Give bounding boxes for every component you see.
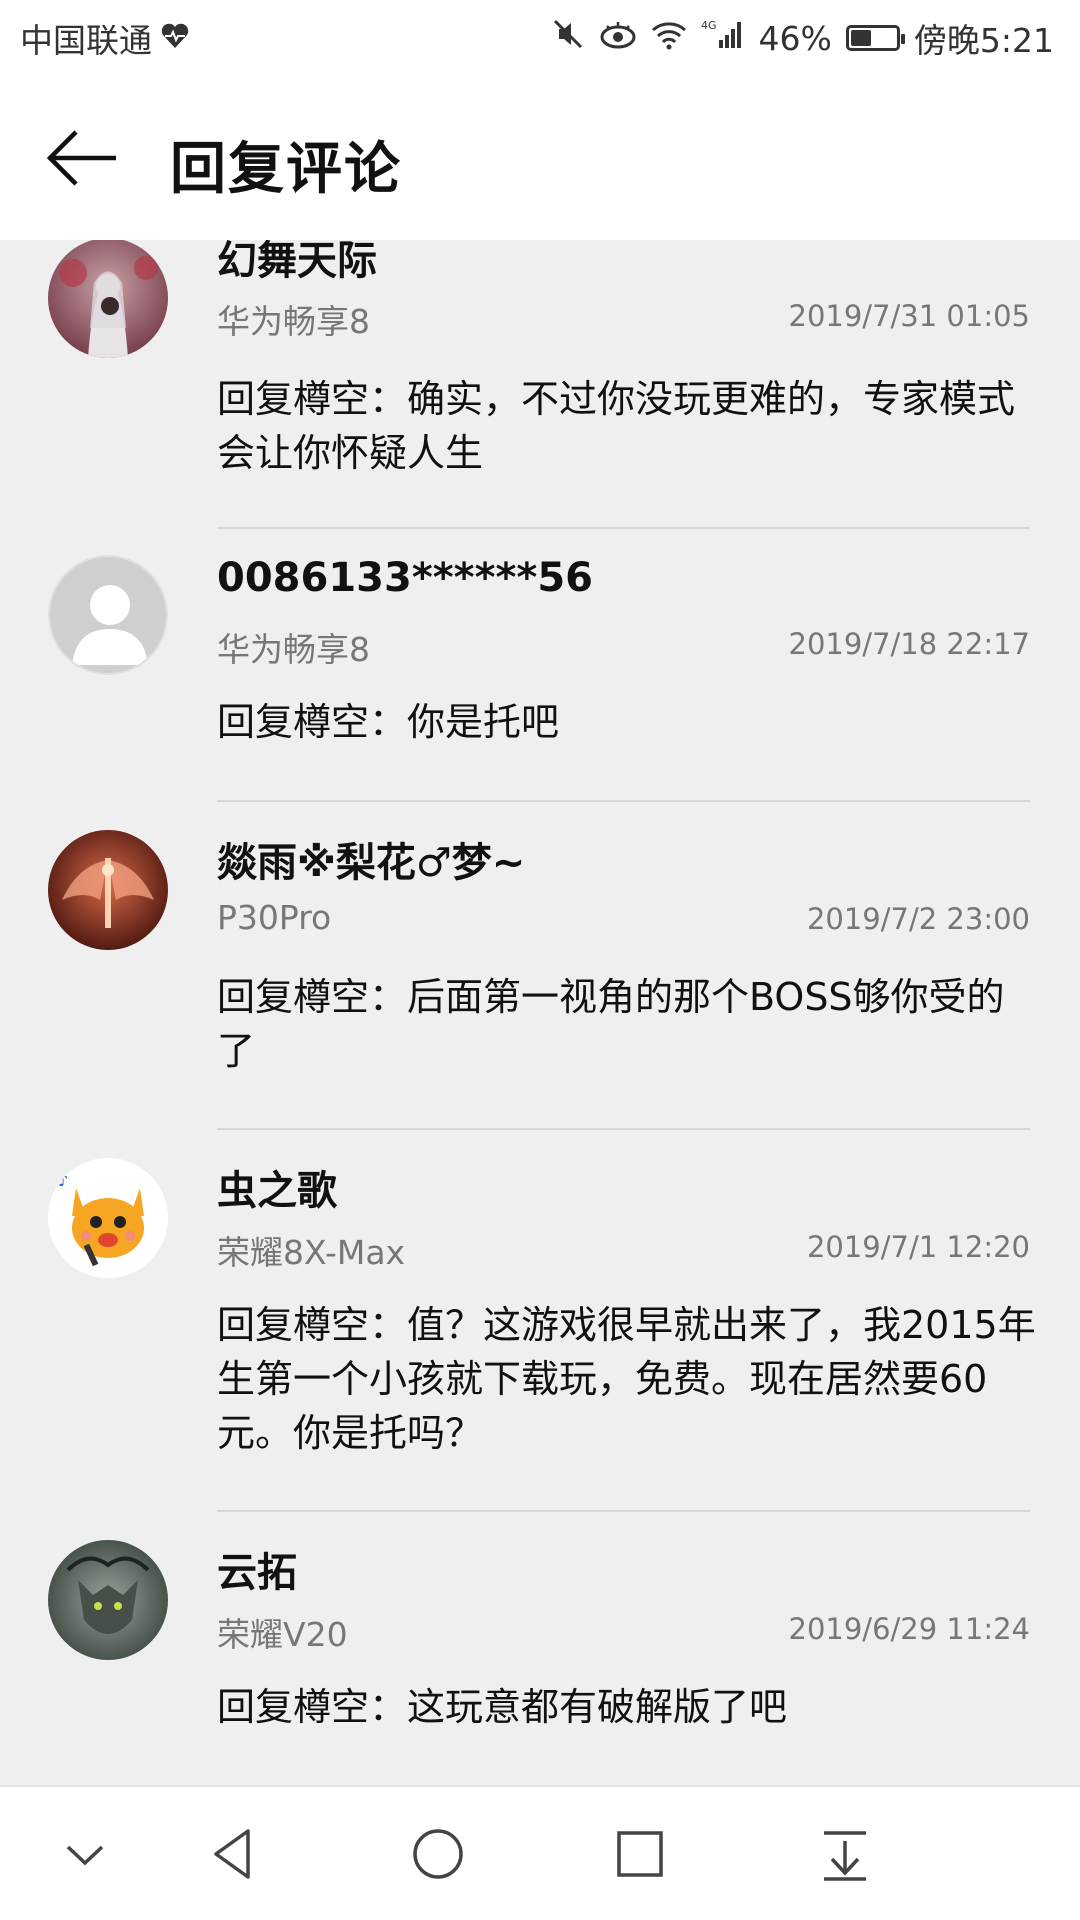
collapse-icon[interactable]	[50, 1819, 120, 1889]
wolf-avatar[interactable]	[48, 1540, 168, 1660]
divider	[217, 1510, 1030, 1512]
comment-time: 2019/7/1 12:20	[806, 1230, 1030, 1264]
yellow-cat-avatar[interactable]: ♪	[48, 1158, 168, 1278]
comment-device: P30Pro	[217, 898, 332, 937]
comment-device: 荣耀V20	[217, 1615, 348, 1654]
status-bar-right: 4G 46% 傍晚5:21	[551, 14, 1054, 62]
battery-fill	[850, 30, 872, 46]
wifi-icon	[651, 19, 687, 58]
signal-icon: 4G	[701, 18, 745, 58]
comment-time: 2019/6/29 11:24	[788, 1612, 1031, 1646]
comment-username[interactable]: 燚雨※梨花♂梦~	[217, 830, 525, 888]
recents-square-icon[interactable]	[605, 1819, 675, 1889]
app-header: 回复评论	[0, 74, 1080, 240]
svg-text:♪: ♪	[58, 1171, 68, 1190]
notification-pull-icon[interactable]	[810, 1819, 880, 1889]
heart-rate-icon	[160, 19, 190, 58]
status-bar: 中国联通 4G 46% 傍晚5:21	[0, 0, 1080, 74]
home-circle-icon[interactable]	[403, 1819, 473, 1889]
comment-username[interactable]: 0086133******56	[217, 555, 593, 601]
comment-text[interactable]: 回复樽空：后面第一视角的那个BOSS够你受的了	[217, 970, 1037, 1078]
back-triangle-icon[interactable]	[200, 1819, 270, 1889]
svg-text:4G: 4G	[701, 19, 717, 32]
comment-device: 华为畅享8	[217, 630, 370, 669]
comment-username[interactable]: 云拓	[217, 1540, 297, 1598]
red-wings-avatar[interactable]	[48, 830, 168, 950]
divider	[217, 800, 1030, 802]
comment-username[interactable]: 虫之歌	[217, 1158, 337, 1216]
status-bar-left: 中国联通	[20, 14, 190, 62]
back-arrow-icon[interactable]	[44, 118, 124, 198]
comment-text[interactable]: 回复樽空：值？这游戏很早就出来了，我2015年生第一个小孩就下载玩，免费。现在居…	[217, 1298, 1037, 1460]
carrier-name: 中国联通	[20, 21, 152, 60]
anime-girl-avatar[interactable]	[48, 240, 168, 358]
system-nav-bar	[0, 1785, 1080, 1920]
divider	[217, 1128, 1030, 1130]
battery-percent: 46%	[758, 18, 832, 58]
comment-text[interactable]: 回复樽空：你是托吧	[217, 695, 1037, 749]
divider	[217, 527, 1030, 529]
comment-time: 2019/7/2 23:00	[806, 902, 1030, 936]
status-time: 傍晚5:21	[913, 21, 1054, 60]
comment-time: 2019/7/31 01:05	[788, 299, 1031, 333]
mute-icon	[551, 17, 585, 59]
comment-text[interactable]: 回复樽空：确实，不过你没玩更难的，专家模式会让你怀疑人生	[217, 372, 1037, 480]
battery-icon	[845, 25, 905, 51]
comment-username[interactable]: 幻舞天际	[217, 240, 377, 286]
comment-time: 2019/7/18 22:17	[788, 627, 1031, 661]
comment-list[interactable]: 幻舞天际 华为畅享8 2019/7/31 01:05 回复樽空：确实，不过你没玩…	[0, 240, 1080, 1785]
eye-comfort-icon	[599, 19, 637, 58]
comment-device: 华为畅享8	[217, 302, 370, 341]
default-user-avatar[interactable]	[48, 555, 168, 675]
comment-text[interactable]: 回复樽空：这玩意都有破解版了吧	[217, 1680, 1037, 1734]
comment-device: 荣耀8X-Max	[217, 1233, 406, 1272]
page-title: 回复评论	[170, 137, 402, 202]
